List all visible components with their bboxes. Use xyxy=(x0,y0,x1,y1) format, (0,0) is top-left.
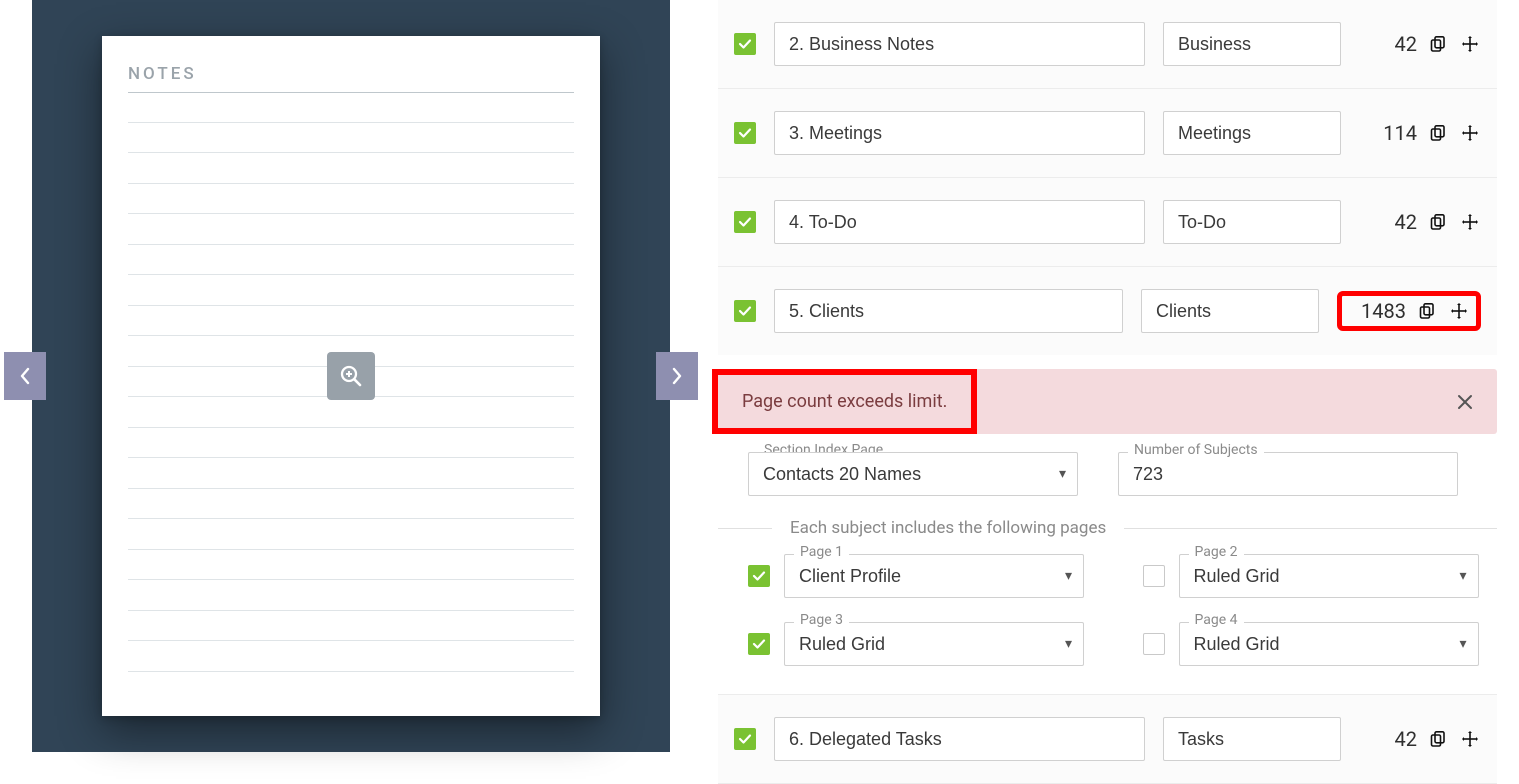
highlighted-alert-annotation: Page count exceeds limit. xyxy=(712,369,977,434)
duplicate-button[interactable] xyxy=(1427,211,1449,233)
page-label: Page 2 xyxy=(1189,544,1244,560)
alert-message: Page count exceeds limit. xyxy=(742,391,947,412)
check-icon xyxy=(738,215,752,229)
zoom-button[interactable] xyxy=(327,352,375,400)
section-checkbox[interactable] xyxy=(734,33,756,55)
close-icon xyxy=(1457,394,1473,410)
section-row: 42 xyxy=(718,694,1497,784)
duplicate-button[interactable] xyxy=(1427,728,1449,750)
section-name-input[interactable] xyxy=(774,717,1145,761)
page-select[interactable]: Ruled Grid xyxy=(784,622,1084,666)
page-checkbox[interactable] xyxy=(1143,565,1165,587)
section-label-input[interactable] xyxy=(1163,111,1341,155)
page-select[interactable]: Client Profile xyxy=(784,554,1084,598)
page-checkbox[interactable] xyxy=(1143,633,1165,655)
error-alert: Page count exceeds limit. xyxy=(718,369,1497,434)
drag-handle[interactable] xyxy=(1459,122,1481,144)
drag-handle[interactable] xyxy=(1459,33,1481,55)
subjects-label: Number of Subjects xyxy=(1128,442,1264,458)
check-icon xyxy=(738,732,752,746)
page-select[interactable]: Ruled Grid xyxy=(1179,554,1479,598)
notes-page-preview: NOTES xyxy=(102,36,600,716)
move-icon xyxy=(1461,213,1479,231)
section-index-select[interactable]: Contacts 20 Names xyxy=(748,452,1078,496)
section-label-input[interactable] xyxy=(1141,289,1319,333)
page-label: Page 3 xyxy=(794,612,849,628)
zoom-in-icon xyxy=(339,364,363,388)
section-label-input[interactable] xyxy=(1163,717,1341,761)
section-name-input[interactable] xyxy=(774,200,1145,244)
section-row: 114 xyxy=(718,89,1497,178)
move-icon xyxy=(1461,730,1479,748)
check-icon xyxy=(752,637,766,651)
check-icon xyxy=(738,126,752,140)
section-count: 42 xyxy=(1359,727,1417,751)
alert-close-button[interactable] xyxy=(1457,394,1473,410)
section-row-clients: 1483 xyxy=(718,267,1497,355)
duplicate-button[interactable] xyxy=(1427,33,1449,55)
move-icon xyxy=(1461,124,1479,142)
copy-icon xyxy=(1429,35,1447,53)
highlighted-count-annotation: 1483 xyxy=(1337,291,1481,331)
chevron-right-icon xyxy=(671,367,683,385)
section-name-input[interactable] xyxy=(774,22,1145,66)
page-checkbox[interactable] xyxy=(748,565,770,587)
section-checkbox[interactable] xyxy=(734,728,756,750)
move-icon xyxy=(1450,302,1468,320)
section-name-input[interactable] xyxy=(774,111,1145,155)
subjects-input[interactable] xyxy=(1118,452,1458,496)
chevron-left-icon xyxy=(19,367,31,385)
section-row: 42 xyxy=(718,0,1497,89)
page-field: Page 4 Ruled Grid xyxy=(1143,622,1498,666)
check-icon xyxy=(752,569,766,583)
check-icon xyxy=(738,304,752,318)
copy-icon xyxy=(1429,730,1447,748)
drag-handle[interactable] xyxy=(1459,728,1481,750)
copy-icon xyxy=(1429,213,1447,231)
section-row: 42 xyxy=(718,178,1497,267)
section-label-input[interactable] xyxy=(1163,22,1341,66)
page-checkbox[interactable] xyxy=(748,633,770,655)
section-count: 114 xyxy=(1359,121,1417,145)
page-label: Page 4 xyxy=(1189,612,1244,628)
duplicate-button[interactable] xyxy=(1416,300,1438,322)
section-checkbox[interactable] xyxy=(734,211,756,233)
duplicate-button[interactable] xyxy=(1427,122,1449,144)
drag-handle[interactable] xyxy=(1448,300,1470,322)
page-field: Page 3 Ruled Grid xyxy=(748,622,1103,666)
preview-next-button[interactable] xyxy=(656,352,698,400)
copy-icon xyxy=(1429,124,1447,142)
preview-prev-button[interactable] xyxy=(4,352,46,400)
notes-page-title: NOTES xyxy=(128,64,574,84)
page-select[interactable]: Ruled Grid xyxy=(1179,622,1479,666)
drag-handle[interactable] xyxy=(1459,211,1481,233)
section-label-input[interactable] xyxy=(1163,200,1341,244)
section-checkbox[interactable] xyxy=(734,122,756,144)
section-count: 1483 xyxy=(1348,299,1406,323)
preview-stage: NOTES xyxy=(32,0,670,752)
section-name-input[interactable] xyxy=(774,289,1123,333)
section-count: 42 xyxy=(1359,32,1417,56)
pages-heading: Each subject includes the following page… xyxy=(790,518,1106,538)
page-field: Page 1 Client Profile xyxy=(748,554,1103,598)
check-icon xyxy=(738,37,752,51)
copy-icon xyxy=(1418,302,1436,320)
section-count: 42 xyxy=(1359,210,1417,234)
page-field: Page 2 Ruled Grid xyxy=(1143,554,1498,598)
move-icon xyxy=(1461,35,1479,53)
section-checkbox[interactable] xyxy=(734,300,756,322)
page-label: Page 1 xyxy=(794,544,849,560)
